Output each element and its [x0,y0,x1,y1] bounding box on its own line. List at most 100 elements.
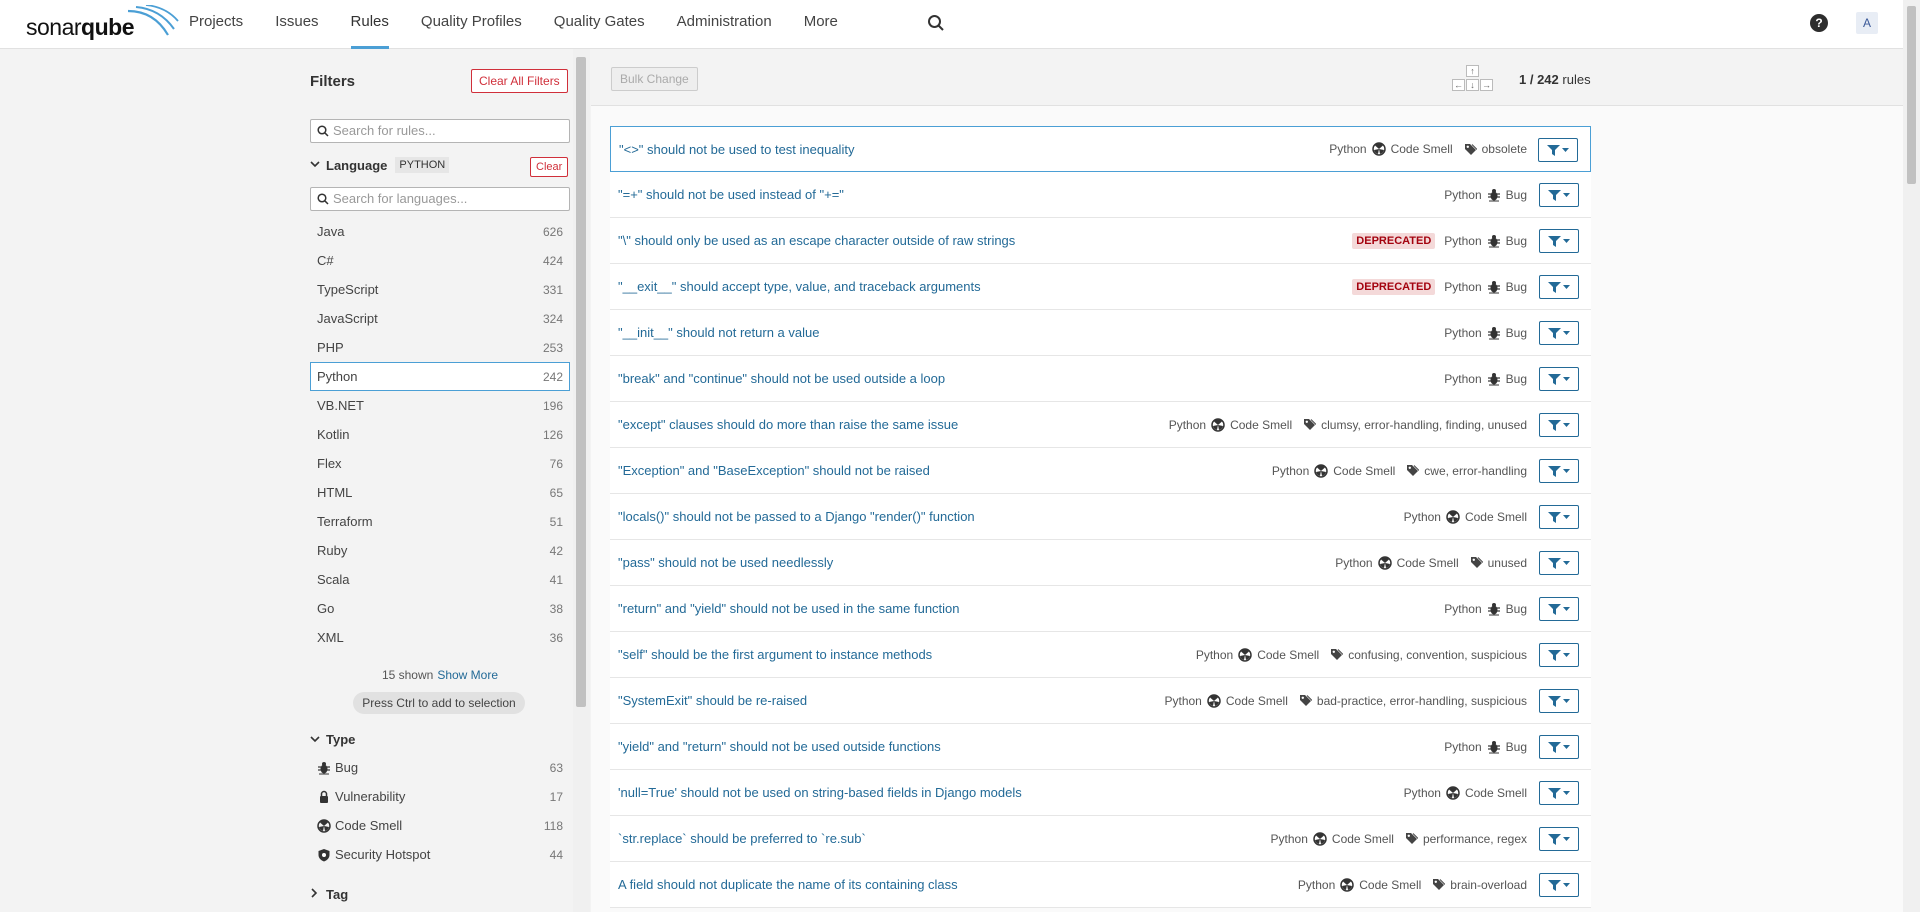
rule-filter-button[interactable] [1539,643,1579,667]
language-item-flex[interactable]: Flex 76 [310,449,570,478]
rule-type: Bug [1505,601,1527,616]
type-item-code-smell[interactable]: Code Smell 118 [310,811,570,840]
nav-rules[interactable]: Rules [350,0,390,49]
page-scrollbar[interactable] [1903,0,1920,912]
rule-title-link[interactable]: "<>" should not be used to test inequali… [619,142,854,157]
language-item-python[interactable]: Python 242 [310,362,570,391]
rule-row[interactable]: "SystemExit" should be re-raised Python Co… [610,678,1591,724]
rule-type: Code Smell [1390,142,1453,156]
language-search-input[interactable]: Search for languages... [310,187,570,211]
language-item-kotlin[interactable]: Kotlin 126 [310,420,570,449]
rule-row[interactable]: "return" and "yield" should not be used … [610,586,1591,632]
rule-filter-button[interactable] [1539,367,1579,391]
rule-row[interactable]: "Exception" and "BaseException" should n… [610,448,1591,494]
nav-projects[interactable]: Projects [189,0,243,49]
type-item-bug[interactable]: Bug 63 [310,753,570,782]
sidebar-scrollbar-thumb[interactable] [576,57,586,707]
rule-row[interactable]: "=+" should not be used instead of "+=" P… [610,172,1591,218]
language-item-html[interactable]: HTML 65 [310,478,570,507]
rule-title-link[interactable]: "except" clauses should do more than rai… [618,417,958,432]
deprecated-badge: DEPRECATED [1352,232,1436,249]
rule-filter-button[interactable] [1539,275,1579,299]
language-item-vbnet[interactable]: VB.NET 196 [310,391,570,420]
rule-row[interactable]: "\" should only be used as an escape cha… [610,218,1591,264]
rule-row[interactable]: "pass" should not be used needlessly Pyth… [610,540,1591,586]
rule-title-link[interactable]: 'null=True' should not be used on string… [618,785,1022,800]
rule-title-link[interactable]: "=+" should not be used instead of "+=" [618,187,844,202]
rule-filter-button[interactable] [1539,735,1579,759]
nav-quality-gates[interactable]: Quality Gates [554,0,645,49]
rule-filter-button[interactable] [1539,183,1579,207]
rule-title-link[interactable]: "__init__" should not return a value [618,325,819,340]
type-item-vulnerability[interactable]: Vulnerability 17 [310,782,570,811]
rule-filter-button[interactable] [1539,689,1579,713]
rule-row[interactable]: "except" clauses should do more than rai… [610,402,1591,448]
language-item-javascript[interactable]: JavaScript 324 [310,304,570,333]
rule-filter-button[interactable] [1539,827,1579,851]
rule-title-link[interactable]: "\" should only be used as an escape cha… [618,233,1015,248]
rule-title-link[interactable]: "self" should be the first argument to i… [618,647,932,662]
rule-title-link[interactable]: `str.replace` should be preferred to `re… [618,831,866,846]
nav-more[interactable]: More [804,0,838,49]
rule-filter-button[interactable] [1539,321,1579,345]
rule-filter-button[interactable] [1539,459,1579,483]
type-item-security-hotspot[interactable]: Security Hotspot 44 [310,840,570,869]
rule-filter-button[interactable] [1539,873,1579,897]
language-item-typescript[interactable]: TypeScript 331 [310,275,570,304]
code-smell-icon [1238,647,1252,662]
rule-title-link[interactable]: "return" and "yield" should not be used … [618,601,960,616]
language-item-terraform[interactable]: Terraform 51 [310,507,570,536]
sonarqube-logo[interactable]: sonarqube [26,5,179,41]
rule-row[interactable]: "break" and "continue" should not be use… [610,356,1591,402]
show-more-link[interactable]: Show More [437,668,498,682]
nav-issues[interactable]: Issues [275,0,318,49]
arrow-down-key: ↓ [1466,79,1479,91]
sidebar-scrollbar[interactable] [573,49,590,912]
language-item-ruby[interactable]: Ruby 42 [310,536,570,565]
rule-filter-button[interactable] [1539,229,1579,253]
rule-row[interactable]: "yield" and "return" should not be used … [610,724,1591,770]
rule-title-link[interactable]: "pass" should not be used needlessly [618,555,833,570]
rule-row[interactable]: "<>" should not be used to test inequali… [610,126,1591,172]
rule-row[interactable]: "__init__" should not return a value Pyth… [610,310,1591,356]
rule-title-link[interactable]: "SystemExit" should be re-raised [618,693,807,708]
clear-all-filters-button[interactable]: Clear All Filters [471,69,568,93]
language-item-csharp[interactable]: C# 424 [310,246,570,275]
rule-filter-button[interactable] [1538,138,1578,162]
help-icon[interactable]: ? [1810,14,1828,32]
rule-title-link[interactable]: "yield" and "return" should not be used … [618,739,941,754]
rule-row[interactable]: A field should not duplicate the name of… [610,862,1591,908]
language-item-scala[interactable]: Scala 41 [310,565,570,594]
rule-filter-button[interactable] [1539,413,1579,437]
rule-title-link[interactable]: "Exception" and "BaseException" should n… [618,463,930,478]
search-icon[interactable] [927,14,945,35]
nav-quality-profiles[interactable]: Quality Profiles [421,0,522,49]
rule-filter-button[interactable] [1539,505,1579,529]
language-item-java[interactable]: Java 626 [310,217,570,246]
bulk-change-button[interactable]: Bulk Change [611,67,698,91]
rule-row[interactable]: "self" should be the first argument to i… [610,632,1591,678]
type-facet-header[interactable]: Type [310,732,355,747]
rules-search-input[interactable]: Search for rules... [310,119,570,143]
rule-filter-button[interactable] [1539,597,1579,621]
clear-language-button[interactable]: Clear [530,157,569,177]
language-item-xml[interactable]: XML 36 [310,623,570,652]
rule-filter-button[interactable] [1539,551,1579,575]
rule-title-link[interactable]: "__exit__" should accept type, value, an… [618,279,981,294]
language-facet-header[interactable]: Language PYTHON [310,157,450,173]
filter-icon [1548,787,1570,799]
page-scrollbar-thumb[interactable] [1907,6,1916,184]
rule-row[interactable]: `str.replace` should be preferred to `re… [610,816,1591,862]
rule-title-link[interactable]: "break" and "continue" should not be use… [618,371,945,386]
rule-row[interactable]: "locals()" should not be passed to a Dja… [610,494,1591,540]
rule-row[interactable]: 'null=True' should not be used on string… [610,770,1591,816]
rule-filter-button[interactable] [1539,781,1579,805]
nav-administration[interactable]: Administration [677,0,772,49]
rule-title-link[interactable]: "locals()" should not be passed to a Dja… [618,509,975,524]
tag-facet-header[interactable]: Tag [310,887,348,902]
rule-title-link[interactable]: A field should not duplicate the name of… [618,877,958,892]
language-item-go[interactable]: Go 38 [310,594,570,623]
rule-row[interactable]: "__exit__" should accept type, value, an… [610,264,1591,310]
language-item-php[interactable]: PHP 253 [310,333,570,362]
avatar[interactable]: A [1856,12,1878,34]
